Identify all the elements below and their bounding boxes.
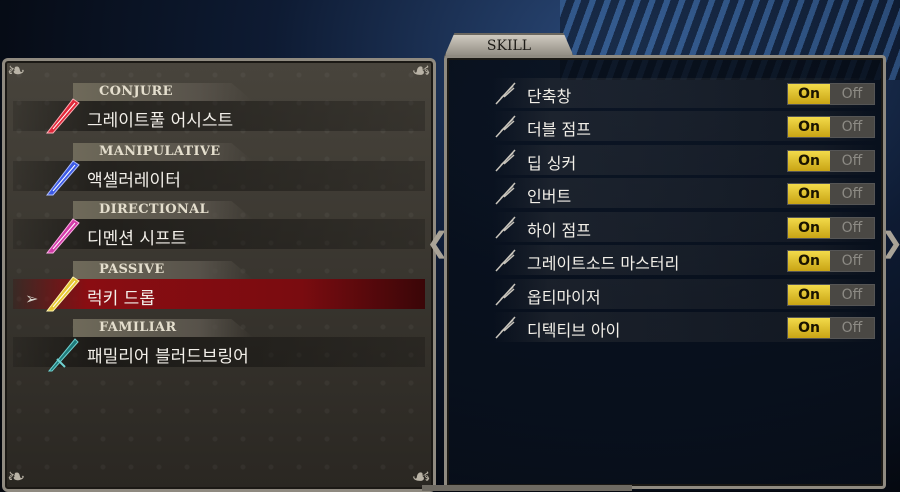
on-off-toggle[interactable]: On Off <box>787 317 875 339</box>
feather-quill-icon <box>495 115 516 138</box>
off-option[interactable]: Off <box>830 285 874 305</box>
on-option[interactable]: On <box>788 318 830 338</box>
passive-skill-row[interactable]: 하이 점프 On Off <box>493 212 877 242</box>
skill-name: 디텍티브 아이 <box>527 321 621 340</box>
skill-name: 인버트 <box>527 187 572 206</box>
on-option[interactable]: On <box>788 184 830 204</box>
category-label: MANIPULATIVE <box>99 144 221 159</box>
skill-name: 그레이트소드 마스터리 <box>527 254 680 273</box>
feather-quill-icon <box>495 316 516 339</box>
category-label: FAMILIAR <box>99 320 177 335</box>
passive-skill-row[interactable]: 옵티마이저 On Off <box>493 279 877 309</box>
skill-name: 옵티마이저 <box>527 288 601 307</box>
skill-name: 딥 싱커 <box>527 154 577 173</box>
off-option[interactable]: Off <box>830 184 874 204</box>
off-option[interactable]: Off <box>830 218 874 238</box>
skill-name: 더블 점프 <box>527 120 591 139</box>
category-label: CONJURE <box>99 84 173 99</box>
crystal-shard-icon <box>45 98 80 134</box>
on-off-toggle[interactable]: On Off <box>787 116 875 138</box>
category-header-manipulative: MANIPULATIVE <box>73 143 253 161</box>
skill-name: 액셀러레이터 <box>87 171 181 191</box>
skill-name: 그레이트풀 어시스트 <box>87 111 234 131</box>
skill-row-manipulative[interactable]: 액셀러레이터 <box>13 160 425 196</box>
passive-skill-row[interactable]: 단축창 On Off <box>493 78 877 108</box>
on-off-toggle[interactable]: On Off <box>787 250 875 272</box>
on-off-toggle[interactable]: On Off <box>787 183 875 205</box>
off-option[interactable]: Off <box>830 251 874 271</box>
selection-arrow-icon: ➢ <box>25 289 39 308</box>
on-option[interactable]: On <box>788 218 830 238</box>
passive-skill-row[interactable]: 딥 싱커 On Off <box>493 145 877 175</box>
feather-quill-icon <box>495 149 516 172</box>
on-off-toggle[interactable]: On Off <box>787 284 875 306</box>
on-option[interactable]: On <box>788 251 830 271</box>
skill-category-panel: ❧ ☙ ❧ ☙ CONJURE 그레이트풀 어시스트 MANIPULATIVE … <box>2 58 436 492</box>
feather-quill-icon <box>495 249 516 272</box>
bottom-frame-bar <box>422 485 632 491</box>
crystal-shard-icon <box>45 276 80 312</box>
tab-label: SKILL <box>486 38 532 54</box>
category-label: DIRECTIONAL <box>99 202 209 217</box>
on-off-toggle[interactable]: On Off <box>787 150 875 172</box>
crystal-shard-icon <box>45 160 80 196</box>
passive-skill-row[interactable]: 더블 점프 On Off <box>493 111 877 141</box>
on-option[interactable]: On <box>788 285 830 305</box>
on-option[interactable]: On <box>788 151 830 171</box>
feather-quill-icon <box>495 182 516 205</box>
off-option[interactable]: Off <box>830 84 874 104</box>
corner-ornament-icon: ❧ <box>7 465 26 490</box>
on-option[interactable]: On <box>788 117 830 137</box>
skill-name: 하이 점프 <box>527 221 591 240</box>
category-header-passive: PASSIVE <box>73 261 253 279</box>
off-option[interactable]: Off <box>830 117 874 137</box>
on-off-toggle[interactable]: On Off <box>787 217 875 239</box>
feather-quill-icon <box>495 216 516 239</box>
passive-skill-row[interactable]: 그레이트소드 마스터리 On Off <box>493 245 877 275</box>
corner-ornament-icon: ❧ <box>7 59 26 84</box>
category-label: PASSIVE <box>99 262 165 277</box>
off-option[interactable]: Off <box>830 318 874 338</box>
passive-skill-row[interactable]: 인버트 On Off <box>493 178 877 208</box>
skill-row-conjure[interactable]: 그레이트풀 어시스트 <box>13 98 425 134</box>
category-header-familiar: FAMILIAR <box>73 319 253 337</box>
skill-name: 패밀리어 블러드브링어 <box>87 347 249 367</box>
tab-skill[interactable]: SKILL <box>444 33 574 57</box>
category-header-directional: DIRECTIONAL <box>73 201 253 219</box>
skill-name: 단축창 <box>527 87 572 106</box>
corner-ornament-icon: ☙ <box>411 59 431 84</box>
on-option[interactable]: On <box>788 84 830 104</box>
category-header-conjure: CONJURE <box>73 83 253 101</box>
on-off-toggle[interactable]: On Off <box>787 83 875 105</box>
feather-quill-icon <box>495 283 516 306</box>
skill-row-passive-selected[interactable]: 럭키 드롭 <box>13 276 425 312</box>
passive-skill-list-panel: 단축창 On Off 더블 점프 On Off 딥 싱커 On Off 인버트 On O… <box>444 55 886 489</box>
skill-name: 럭키 드롭 <box>87 289 155 309</box>
crystal-shard-icon <box>45 218 80 254</box>
passive-skill-row[interactable]: 디텍티브 아이 On Off <box>493 312 877 342</box>
off-option[interactable]: Off <box>830 151 874 171</box>
skill-name: 디멘션 시프트 <box>87 229 187 249</box>
skill-row-directional[interactable]: 디멘션 시프트 <box>13 218 425 254</box>
skill-row-familiar[interactable]: 패밀리어 블러드브링어 <box>13 337 425 372</box>
feather-quill-icon <box>495 82 516 105</box>
familiar-sword-icon <box>47 338 79 372</box>
